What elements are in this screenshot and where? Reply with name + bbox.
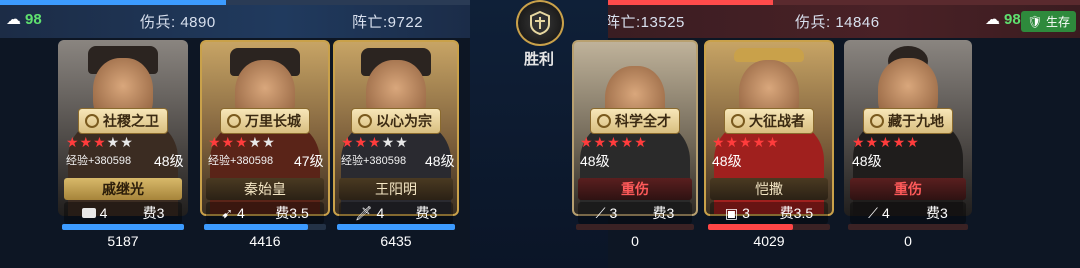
bow-icon: ➹ [221, 204, 233, 221]
cost-row: ⟋ 3 费3 [578, 202, 692, 224]
exp-text: 经验+380598 [208, 155, 274, 167]
gear-icon [870, 114, 884, 128]
ally-progress-bar [0, 0, 470, 5]
hp-bar [576, 224, 694, 230]
gear-icon [85, 114, 99, 128]
star-rating: ★★★★★ [208, 134, 276, 150]
level-text: 48级 [425, 153, 455, 169]
enemy-hero-card[interactable]: 科学全才 ★★★★★ 48级 重伤 ⟋ 3 费3 0 [572, 38, 698, 268]
cost-row: 4 费3 [64, 202, 182, 224]
victory-emblem-icon [516, 0, 564, 46]
ally-wounded: 伤兵: 4890 [140, 14, 216, 31]
skill-badge: 万里长城 [220, 108, 310, 134]
ally-hero-card[interactable]: 以心为宗 ★★★★★ 经验+380598 48级 王阳明 🗡 4 费3 6435 [333, 38, 459, 268]
cap-icon: ☁ [985, 11, 1000, 28]
hero-name: 秦始皇 [206, 178, 324, 200]
level-text: 48级 [580, 153, 610, 169]
shield-unit-icon: ▣ [724, 204, 739, 221]
star-rating: ★★★★★ [580, 134, 648, 150]
level-text: 48级 [852, 153, 882, 169]
sword-icon: 🗡 [354, 204, 373, 221]
cap-icon: ☁ [6, 11, 21, 28]
enemy-progress-bar [608, 0, 1080, 5]
gear-icon [597, 114, 611, 128]
skill-badge: 社稷之卫 [78, 108, 168, 134]
cost-row: ⟋ 4 费3 [850, 202, 966, 224]
level-text: 48级 [712, 153, 742, 169]
star-rating: ★★★★★ [341, 134, 409, 150]
hp-fill [708, 224, 794, 230]
ally-dead: 阵亡:9722 [352, 14, 424, 31]
hp-value: 5187 [107, 233, 139, 249]
cost-row: ▣ 3 费3.5 [710, 202, 828, 224]
hp-value: 4029 [753, 233, 785, 249]
ally-green-count: ☁ 98 [6, 10, 42, 29]
ally-hero-card[interactable]: 社稷之卫 ★★★★★ 经验+380598 48级 戚继光 4 费3 5187 [58, 38, 188, 268]
hero-status: 重伤 [850, 178, 966, 200]
gear-icon [358, 114, 372, 128]
skill-badge: 藏于九地 [863, 108, 953, 134]
skill-badge: 以心为宗 [351, 108, 441, 134]
hp-bar [204, 224, 326, 230]
hp-value: 0 [631, 233, 639, 249]
level-text: 47级 [294, 153, 324, 169]
tank-icon [81, 208, 96, 218]
enemy-progress-fill [608, 0, 774, 5]
hp-bar [708, 224, 830, 230]
enemy-hero-card[interactable]: 藏于九地 ★★★★★ 48级 重伤 ⟋ 4 费3 0 [844, 38, 972, 268]
gear-icon [731, 114, 745, 128]
star-rating: ★★★★★ [66, 134, 134, 150]
hero-name: 恺撒 [710, 178, 828, 200]
enemy-green-count: ☁ 98 [985, 10, 1021, 29]
gear-icon [227, 114, 241, 128]
enemy-hero-card[interactable]: 大征战者 ★★★★★ 48级 恺撒 ▣ 3 费3.5 4029 [704, 38, 834, 268]
spear-icon: ⟋ [595, 204, 606, 221]
enemy-wounded: 伤兵: 14846 [795, 14, 880, 31]
hero-name: 王阳明 [339, 178, 453, 200]
exp-text: 经验+380598 [341, 155, 407, 167]
hp-fill [337, 224, 455, 230]
cost-row: ➹ 4 费3.5 [206, 202, 324, 224]
hp-value: 0 [904, 233, 912, 249]
hero-status: 重伤 [578, 178, 692, 200]
hp-fill [62, 224, 184, 230]
cost-row: 🗡 4 费3 [339, 202, 453, 224]
rifle-icon: ⟋ [868, 204, 878, 221]
ally-progress-fill [0, 0, 226, 5]
hp-bar [848, 224, 968, 230]
ally-team: 社稷之卫 ★★★★★ 经验+380598 48级 戚继光 4 费3 5187 万… [0, 38, 470, 268]
hp-bar [62, 224, 184, 230]
ally-hero-card[interactable]: 万里长城 ★★★★★ 经验+380598 47级 秦始皇 ➹ 4 费3.5 441… [200, 38, 330, 268]
survive-badge: 🛡 生存 [1021, 11, 1076, 32]
skill-badge: 大征战者 [724, 108, 814, 134]
level-text: 48级 [154, 153, 184, 169]
enemy-team: 科学全才 ★★★★★ 48级 重伤 ⟋ 3 费3 0 大征战者 ★★★★★ 48级… [572, 38, 1080, 268]
star-rating: ★★★★★ [712, 134, 780, 150]
star-rating: ★★★★★ [852, 134, 920, 150]
hero-name: 戚继光 [64, 178, 182, 200]
exp-text: 经验+380598 [66, 155, 132, 167]
hp-value: 6435 [380, 233, 412, 249]
skill-badge: 科学全才 [590, 108, 680, 134]
enemy-dead: 阵亡:13525 [605, 14, 685, 31]
hp-fill [204, 224, 308, 230]
hp-bar [337, 224, 455, 230]
hp-value: 4416 [249, 233, 281, 249]
